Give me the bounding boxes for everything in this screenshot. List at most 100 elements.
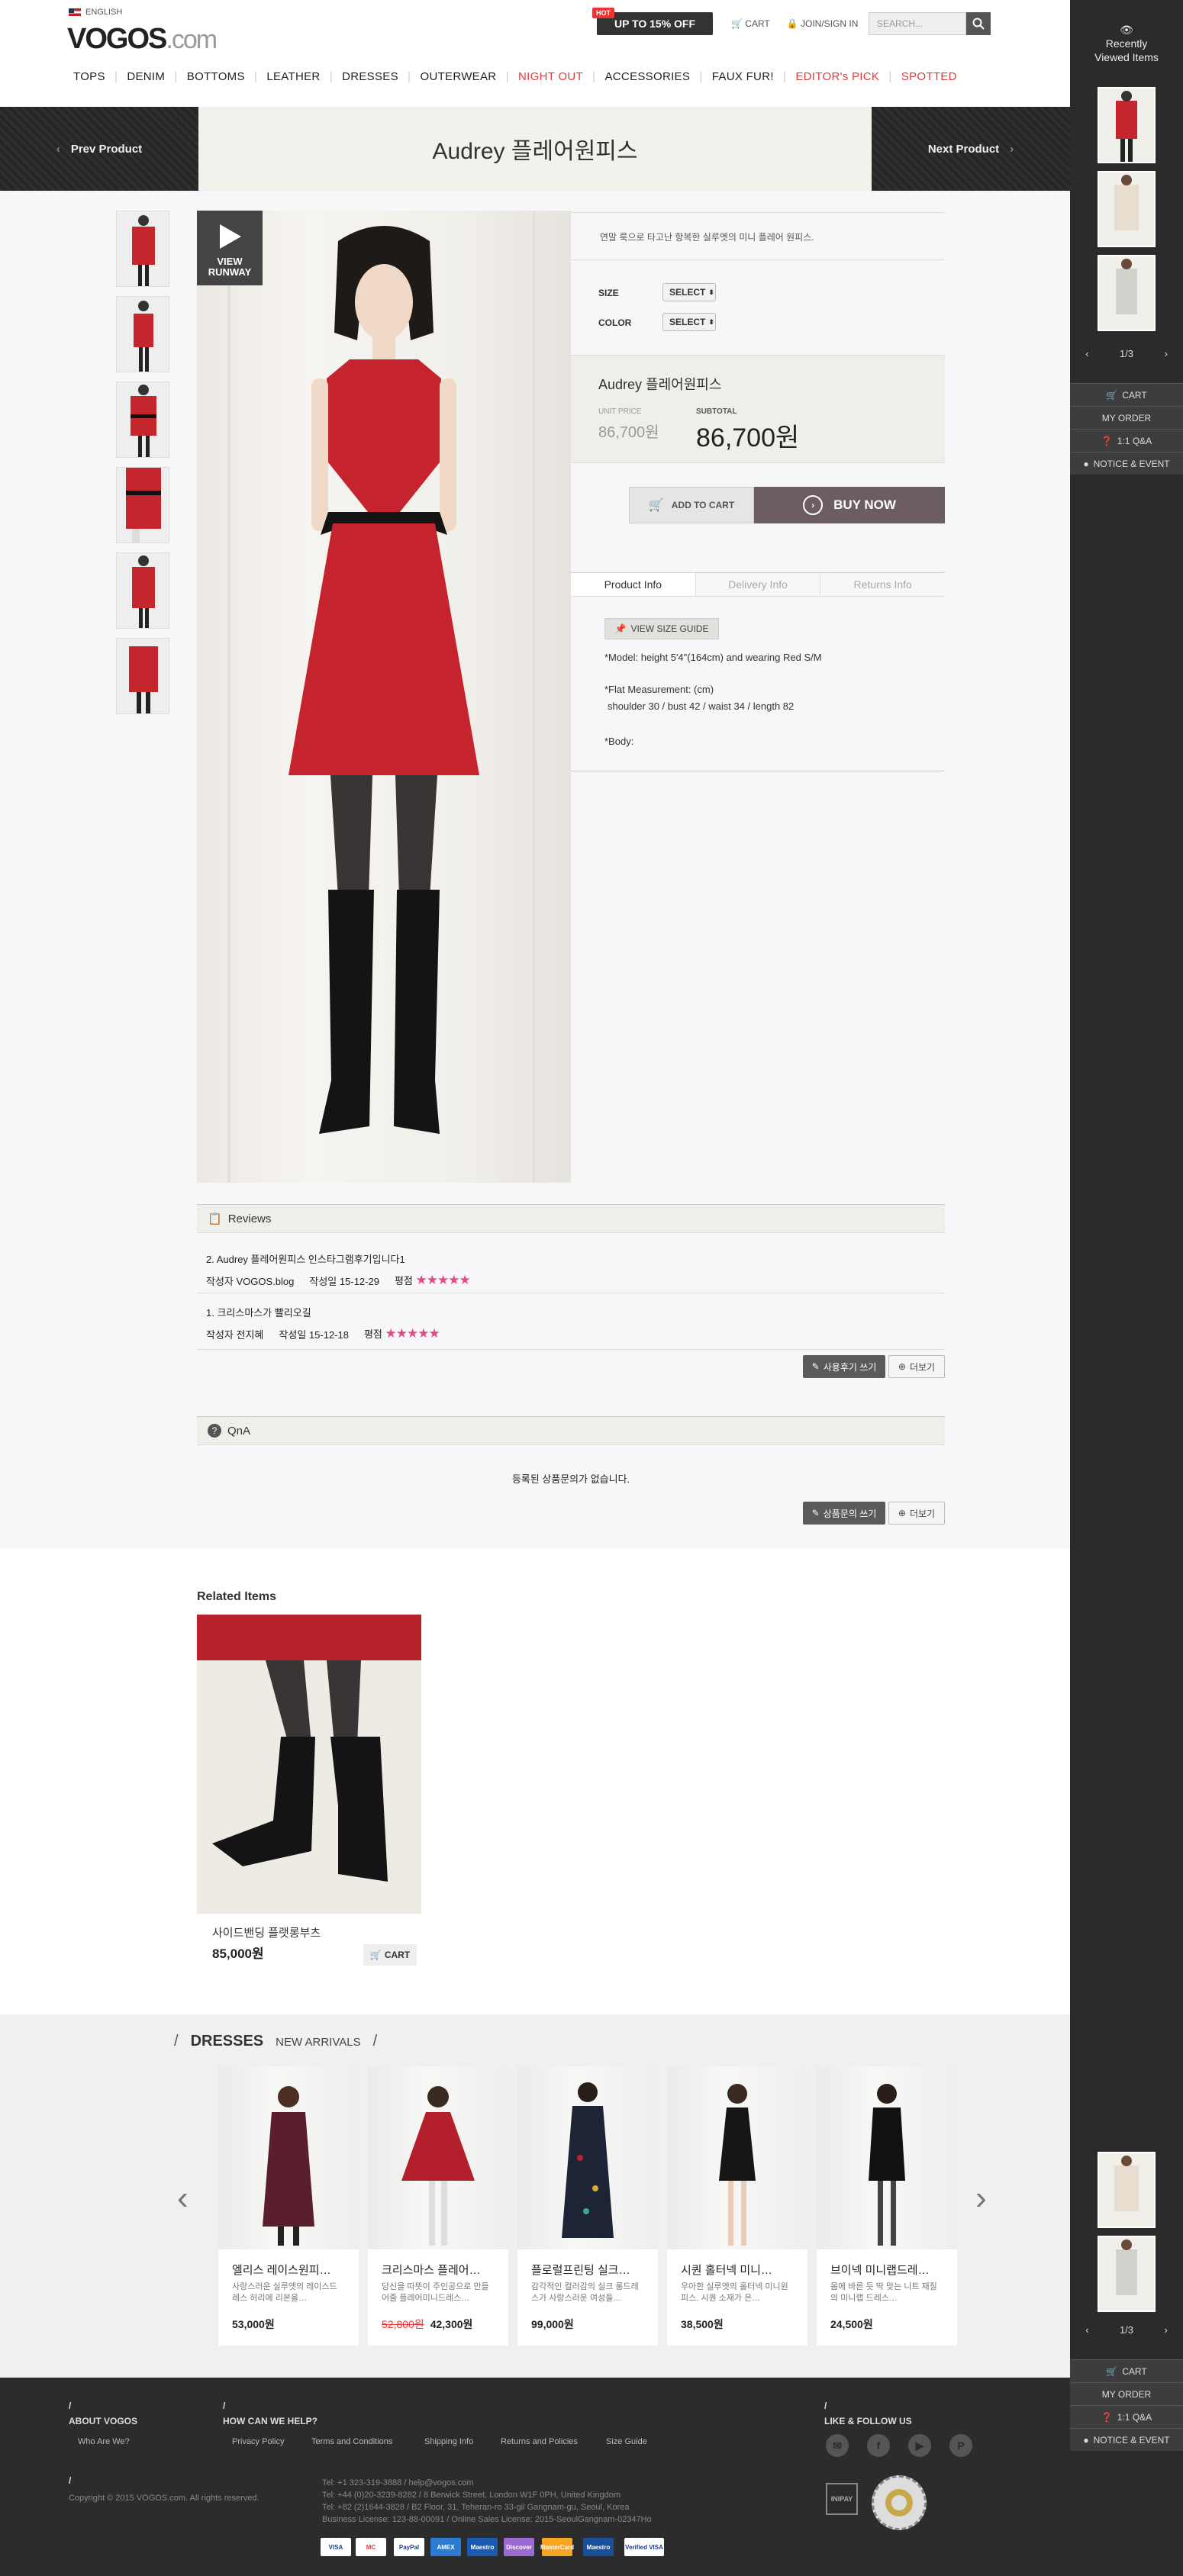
tab-returns-info[interactable]: Returns Info xyxy=(820,573,945,596)
chevron-right-icon[interactable]: › xyxy=(1164,348,1167,359)
sidebar-my-order[interactable]: MY ORDER xyxy=(1070,406,1183,429)
sidebar-notice-label: NOTICE & EVENT xyxy=(1093,458,1170,469)
cart-link[interactable]: 🛒 CART xyxy=(731,18,770,29)
price-product-name: Audrey 플레어원피스 xyxy=(598,377,722,392)
payment-mastercard-icon: MC xyxy=(356,2538,386,2556)
product-card[interactable]: 플로럴프린팅 실크… 감각적인 컬러감의 실크 롱드레 스가 사랑스러운 여성들… xyxy=(517,2066,658,2346)
nav-faux-fur[interactable]: FAUX FUR! xyxy=(708,70,778,83)
nav-outerwear[interactable]: OUTERWEAR xyxy=(415,70,501,83)
sidebar-notice[interactable]: ● NOTICE & EVENT xyxy=(1070,2428,1183,2451)
nav-denim[interactable]: DENIM xyxy=(122,70,169,83)
chevron-right-icon[interactable]: › xyxy=(1164,2324,1167,2336)
product-card[interactable]: 브이넥 미니랩드레… 몸에 바른 듯 딱 맞는 니트 재질 의 미니랩 드레스…… xyxy=(817,2066,957,2346)
review-author: 작성자 VOGOS.blog xyxy=(206,1274,294,1288)
main-nav: TOPS | DENIM | BOTTOMS | LEATHER | DRESSES | … xyxy=(69,70,962,83)
color-select[interactable]: SELECT ⬍ xyxy=(662,313,716,331)
recent-item-thumb[interactable] xyxy=(1098,2152,1156,2228)
view-runway-button[interactable]: VIEW RUNWAY xyxy=(197,211,263,285)
thumbnail-4[interactable] xyxy=(116,467,169,543)
footer-who-link[interactable]: Who Are We? xyxy=(78,2437,130,2446)
sidebar-cart[interactable]: 🛒 CART xyxy=(1070,383,1183,406)
related-item-image[interactable] xyxy=(197,1615,421,1914)
nav-accessories[interactable]: ACCESSORIES xyxy=(601,70,695,83)
more-reviews-button[interactable]: ⊕ 더보기 xyxy=(888,1355,945,1378)
facebook-icon[interactable]: f xyxy=(867,2434,890,2457)
write-qna-button[interactable]: ✎ 상품문의 쓰기 xyxy=(803,1502,885,1525)
chevron-left-icon: ‹ xyxy=(56,142,60,156)
footer-link-shipping[interactable]: Shipping Info xyxy=(424,2437,473,2446)
review-title[interactable]: 1. 크리스마스가 빨리오길 xyxy=(206,1305,311,1319)
recent-item-thumb[interactable] xyxy=(1098,255,1156,331)
carousel-category[interactable]: DRESSES xyxy=(191,2033,264,2050)
product-card-name: 브이넥 미니랩드레… xyxy=(830,2264,930,2277)
footer-link-size-guide[interactable]: Size Guide xyxy=(606,2437,647,2446)
recent-item-thumb[interactable] xyxy=(1098,2236,1156,2312)
pinterest-icon[interactable]: P xyxy=(949,2434,972,2457)
related-cart-button[interactable]: 🛒 CART xyxy=(363,1944,417,1966)
divider xyxy=(197,1349,945,1350)
nav-leather[interactable]: LEATHER xyxy=(262,70,324,83)
thumbnail-5[interactable] xyxy=(116,552,169,629)
recent-item-thumb[interactable] xyxy=(1098,171,1156,247)
sidebar-my-order[interactable]: MY ORDER xyxy=(1070,2382,1183,2405)
recent-pager-text: 1/3 xyxy=(1119,2324,1134,2336)
search-icon xyxy=(972,18,985,30)
thumbnail-2[interactable] xyxy=(116,296,169,372)
youtube-icon[interactable]: ▶ xyxy=(908,2434,931,2457)
nav-dresses[interactable]: DRESSES xyxy=(337,70,403,83)
prev-product-button[interactable]: ‹ Prev Product xyxy=(0,107,198,191)
recent-pager: ‹ 1/3 › xyxy=(1070,348,1183,359)
language-selector[interactable]: ENGLISH xyxy=(69,8,122,17)
nav-night-out[interactable]: NIGHT OUT xyxy=(514,70,588,83)
chevron-left-icon[interactable]: ‹ xyxy=(1085,348,1088,359)
product-main-image[interactable] xyxy=(197,211,571,1183)
footer-link-returns[interactable]: Returns and Policies xyxy=(501,2437,578,2446)
site-logo[interactable]: VOGOS.com xyxy=(67,23,218,56)
thumbnail-6[interactable] xyxy=(116,638,169,714)
product-card[interactable]: 시퀀 홀터넥 미니… 우아한 실루엣의 홀터넥 미니원 피스. 시퀀 소재가 은… xyxy=(667,2066,807,2346)
recent-item-thumb[interactable] xyxy=(1098,87,1156,163)
sidebar-qna[interactable]: ❓ 1:1 Q&A xyxy=(1070,2405,1183,2428)
related-item-name[interactable]: 사이드밴딩 플랫롱부츠 xyxy=(212,1924,321,1940)
size-select[interactable]: SELECT ⬍ xyxy=(662,283,716,301)
bell-icon: ● xyxy=(1083,2434,1089,2446)
next-product-button[interactable]: Next Product › xyxy=(872,107,1070,191)
recently-viewed-line2: Viewed Items xyxy=(1094,51,1159,63)
buy-now-button[interactable]: › BUY NOW xyxy=(754,487,945,523)
nav-tops[interactable]: TOPS xyxy=(69,70,110,83)
add-to-cart-button[interactable]: 🛒 ADD TO CART xyxy=(629,487,754,523)
carousel-next-arrow[interactable]: › xyxy=(975,2179,987,2217)
join-link[interactable]: 🔒 JOIN/SIGN IN xyxy=(787,18,859,29)
sidebar-qna[interactable]: ❓ 1:1 Q&A xyxy=(1070,429,1183,452)
tab-product-info[interactable]: Product Info xyxy=(571,573,695,596)
nav-spotted[interactable]: SPOTTED xyxy=(897,70,962,83)
next-label: Next Product xyxy=(927,142,1000,156)
thumbnail-3[interactable] xyxy=(116,382,169,458)
footer-link-terms[interactable]: Terms and Conditions xyxy=(311,2437,392,2446)
tab-delivery-info[interactable]: Delivery Info xyxy=(695,573,820,596)
size-guide-button[interactable]: 📌 VIEW SIZE GUIDE xyxy=(604,618,719,639)
thumbnail-1[interactable] xyxy=(116,211,169,287)
product-card-name: 크리스마스 플레어… xyxy=(382,2264,481,2277)
chevron-left-icon[interactable]: ‹ xyxy=(1085,2324,1088,2336)
email-icon[interactable]: ✉ xyxy=(826,2434,849,2457)
nav-editors-pick[interactable]: EDITOR's PICK xyxy=(791,70,884,83)
nav-bottoms[interactable]: BOTTOMS xyxy=(182,70,250,83)
language-label: ENGLISH xyxy=(85,8,123,17)
more-qna-button[interactable]: ⊕ 더보기 xyxy=(888,1502,945,1525)
search-button[interactable] xyxy=(966,12,991,35)
subtotal-label: SUBTOTAL xyxy=(696,407,737,416)
updown-icon: ⬍ xyxy=(708,288,714,296)
recent-pager-text: 1/3 xyxy=(1119,348,1134,359)
sidebar-notice[interactable]: ● NOTICE & EVENT xyxy=(1070,452,1183,475)
carousel-prev-arrow[interactable]: ‹ xyxy=(177,2179,189,2217)
search-input[interactable]: SEARCH... xyxy=(869,12,966,35)
nav-separator: | xyxy=(174,70,178,83)
footer-link-privacy[interactable]: Privacy Policy xyxy=(232,2437,284,2446)
product-card[interactable]: 엘리스 레이스원피… 사랑스러운 실루엣의 레이스드 레스 허리에 리본을… 5… xyxy=(218,2066,359,2346)
review-title[interactable]: 2. Audrey 플레어원피스 인스타그램후기입니다1 xyxy=(206,1251,405,1266)
write-review-button[interactable]: ✎ 사용후기 쓰기 xyxy=(803,1355,885,1378)
product-card[interactable]: 크리스마스 플레어… 당신을 따뜻이 주인공으로 만들 어줄 플레어미니드레스…… xyxy=(368,2066,508,2346)
review-rating: 평점 ★★★★★ xyxy=(395,1273,471,1288)
sidebar-cart[interactable]: 🛒 CART xyxy=(1070,2359,1183,2382)
